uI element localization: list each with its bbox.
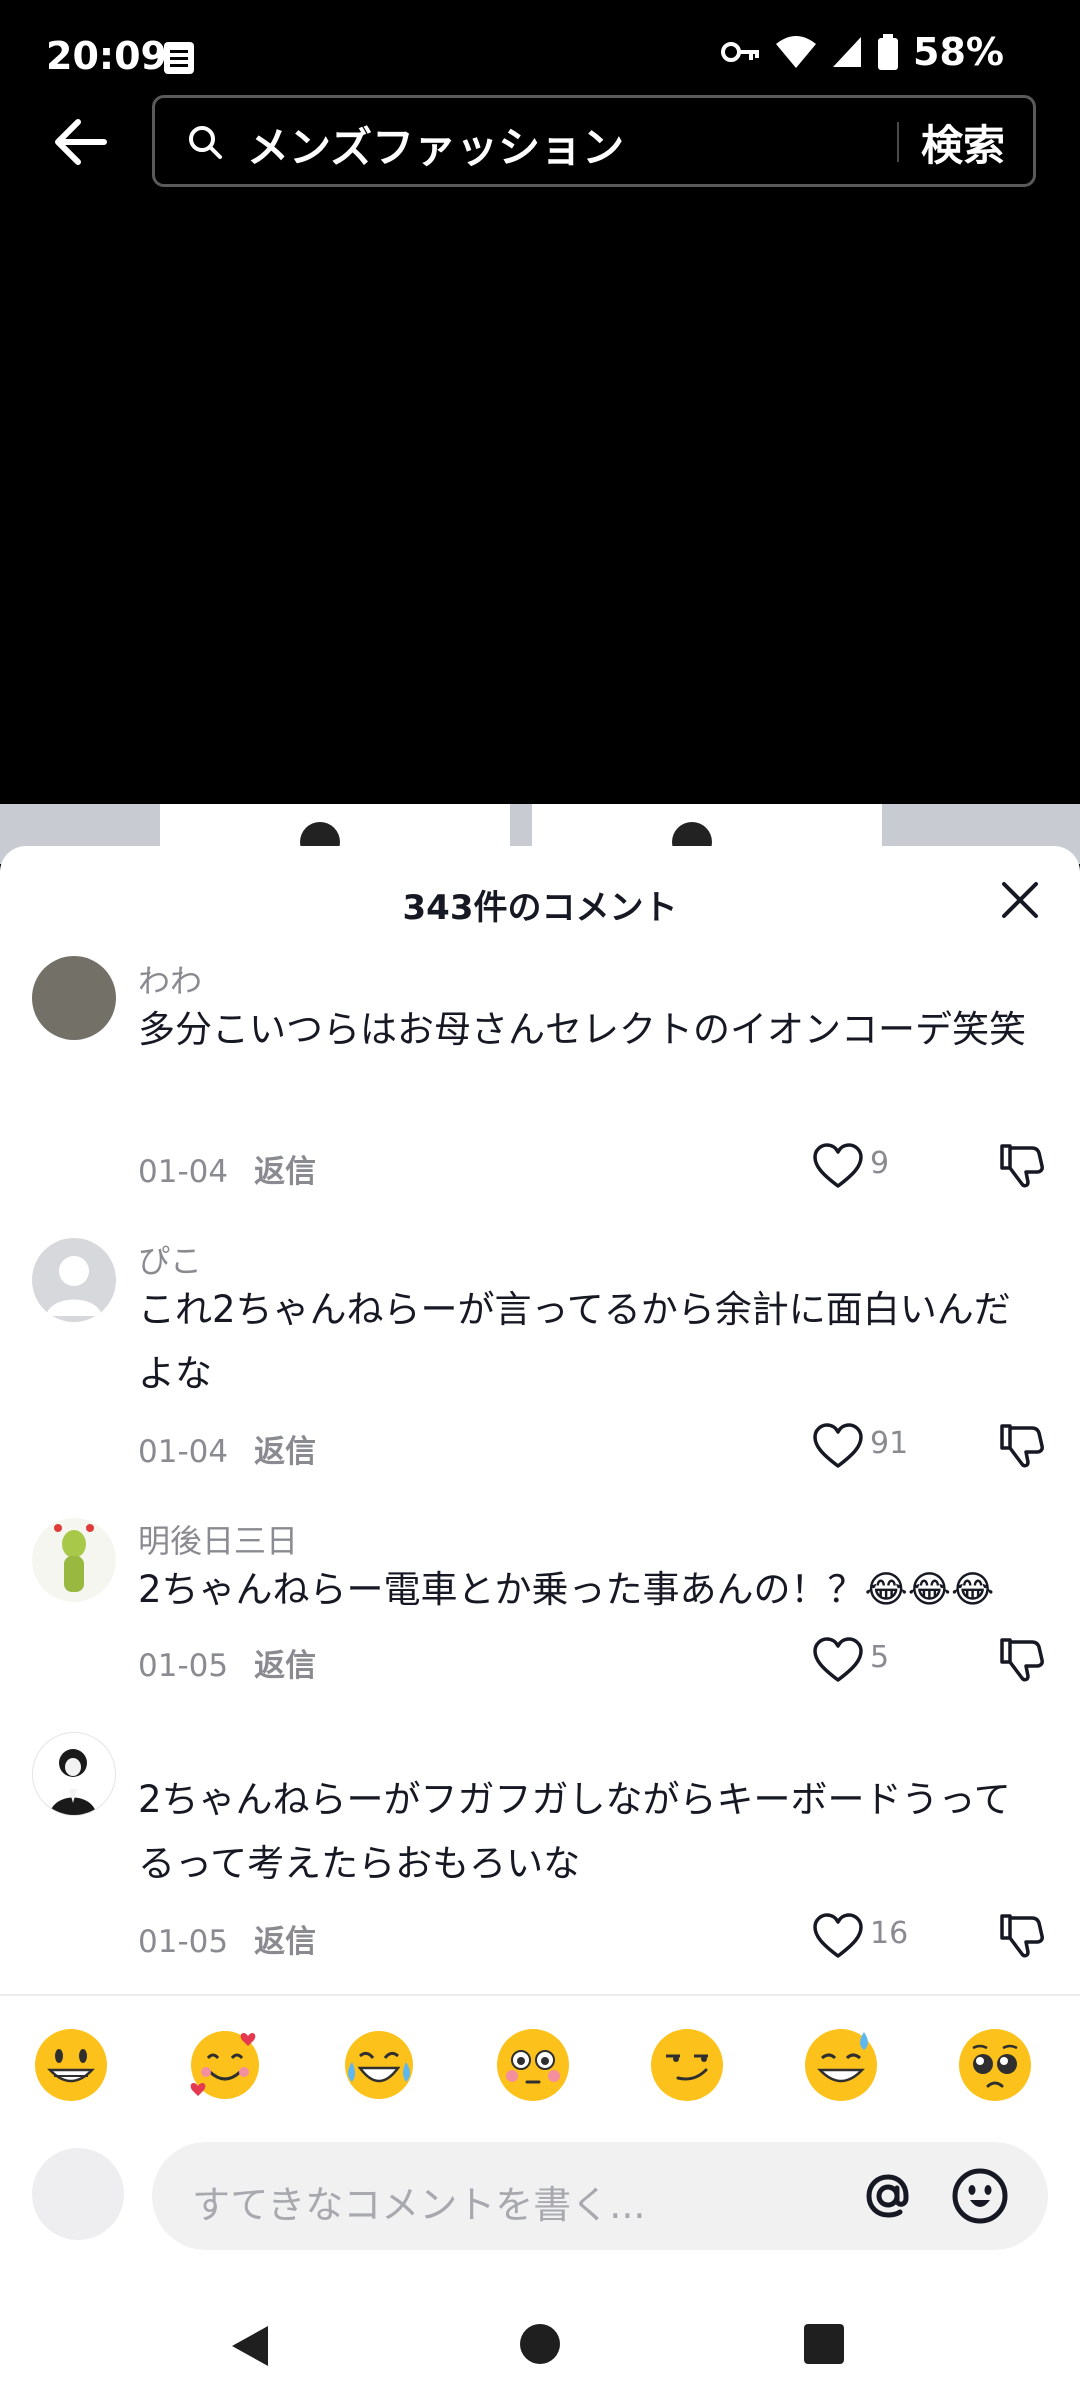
avatar[interactable]: [32, 1732, 116, 1816]
grinning-face-emoji-icon[interactable]: [32, 2026, 110, 2104]
system-navigation-bar: [0, 2286, 1080, 2400]
avatar[interactable]: [32, 1518, 116, 1602]
nav-home-icon[interactable]: [520, 2324, 560, 2364]
avatar[interactable]: [32, 956, 116, 1040]
divider: [0, 1994, 1080, 1996]
comment-text: 多分こいつらはお母さんセレクトのイオンコーデ笑笑: [138, 1008, 1026, 1051]
comment-meta: 01-05 返信: [138, 1640, 316, 1685]
flushed-face-emoji-icon[interactable]: [494, 2026, 572, 2104]
nav-recents-icon[interactable]: [804, 2324, 844, 2364]
reply-button[interactable]: 返信: [254, 1924, 316, 1960]
smiling-face-with-hearts-emoji-icon[interactable]: [186, 2026, 264, 2104]
comment-meta: 01-05 返信: [138, 1916, 316, 1961]
heart-icon[interactable]: [812, 1422, 864, 1470]
nav-back-icon[interactable]: [228, 2322, 272, 2370]
wifi-icon: [776, 36, 817, 68]
avatar[interactable]: [32, 1238, 116, 1322]
close-icon[interactable]: [996, 876, 1044, 924]
comment-text: 2ちゃんねらー電車とか乗った事あんの！？😂😂😂: [138, 1568, 995, 1611]
heart-icon[interactable]: [812, 1142, 864, 1190]
comment-date: 01-04: [138, 1434, 229, 1470]
quick-emoji-bar: [0, 2026, 1080, 2116]
search-submit-button[interactable]: 検索: [921, 112, 1005, 173]
comments-sheet: 343件のコメント わわ 多分こいつらはお母さんセレクトのイオンコーデ笑笑 01…: [0, 846, 1080, 2400]
search-query: メンズファッション: [247, 123, 625, 172]
dislike-icon[interactable]: [996, 1634, 1046, 1684]
signal-icon: [833, 37, 862, 67]
comment-meta: 01-04 返信: [138, 1426, 316, 1471]
comment-meta: 01-04 返信: [138, 1146, 316, 1191]
comments-count-title: 343件のコメント: [402, 888, 678, 928]
smirking-face-emoji-icon[interactable]: [648, 2026, 726, 2104]
comment-date: 01-05: [138, 1924, 229, 1960]
pleading-face-emoji-icon[interactable]: [956, 2026, 1034, 2104]
current-user-avatar: [32, 2148, 124, 2240]
default-avatar-icon: [46, 1256, 102, 1316]
search-input[interactable]: メンズファッション 検索: [152, 95, 1036, 187]
face-with-tears-of-joy-emoji-icon[interactable]: [340, 2026, 418, 2104]
reply-button[interactable]: 返信: [254, 1154, 316, 1190]
comment-date: 01-05: [138, 1648, 229, 1684]
comment-username[interactable]: ぴこ: [138, 1236, 202, 1282]
dislike-icon[interactable]: [996, 1420, 1046, 1470]
comment-date: 01-04: [138, 1154, 229, 1190]
notification-icon: [164, 42, 194, 74]
search-divider: [897, 122, 899, 162]
alien-figure-avatar: [54, 1524, 94, 1592]
heart-icon[interactable]: [812, 1636, 864, 1684]
status-time: 20:09: [46, 34, 167, 78]
search-icon: [189, 126, 222, 159]
mention-at-icon[interactable]: [858, 2166, 918, 2226]
comment-text: 2ちゃんねらーがフガフガしながらキーボードうってるって考えたらおもろいな: [138, 1778, 1011, 1885]
suit-figure-avatar: [49, 1749, 97, 1815]
like-count: 5: [870, 1640, 890, 1675]
comment-username[interactable]: 明後日三日: [138, 1516, 298, 1562]
heart-icon[interactable]: [812, 1912, 864, 1960]
comment-input-placeholder: すてきなコメントを書く...: [192, 2183, 646, 2227]
dislike-icon[interactable]: [996, 1140, 1046, 1190]
battery-icon: [878, 34, 899, 70]
grinning-face-with-sweat-emoji-icon[interactable]: [802, 2026, 880, 2104]
comment-text: これ2ちゃんねらーが言ってるから余計に面白いんだよな: [138, 1288, 1011, 1395]
like-count: 9: [870, 1146, 890, 1181]
battery-percentage: 58%: [913, 30, 1004, 74]
dislike-icon[interactable]: [996, 1910, 1046, 1960]
vpn-key-icon: [721, 42, 760, 62]
back-arrow-icon[interactable]: [48, 110, 112, 174]
status-icons: 58%: [721, 30, 1004, 74]
reply-button[interactable]: 返信: [254, 1648, 316, 1684]
like-count: 16: [870, 1916, 909, 1951]
like-count: 91: [870, 1426, 909, 1461]
emoji-picker-icon[interactable]: [950, 2166, 1010, 2226]
comment-input[interactable]: すてきなコメントを書く...: [152, 2142, 1048, 2250]
reply-button[interactable]: 返信: [254, 1434, 316, 1470]
comment-username[interactable]: わわ: [138, 956, 202, 1002]
